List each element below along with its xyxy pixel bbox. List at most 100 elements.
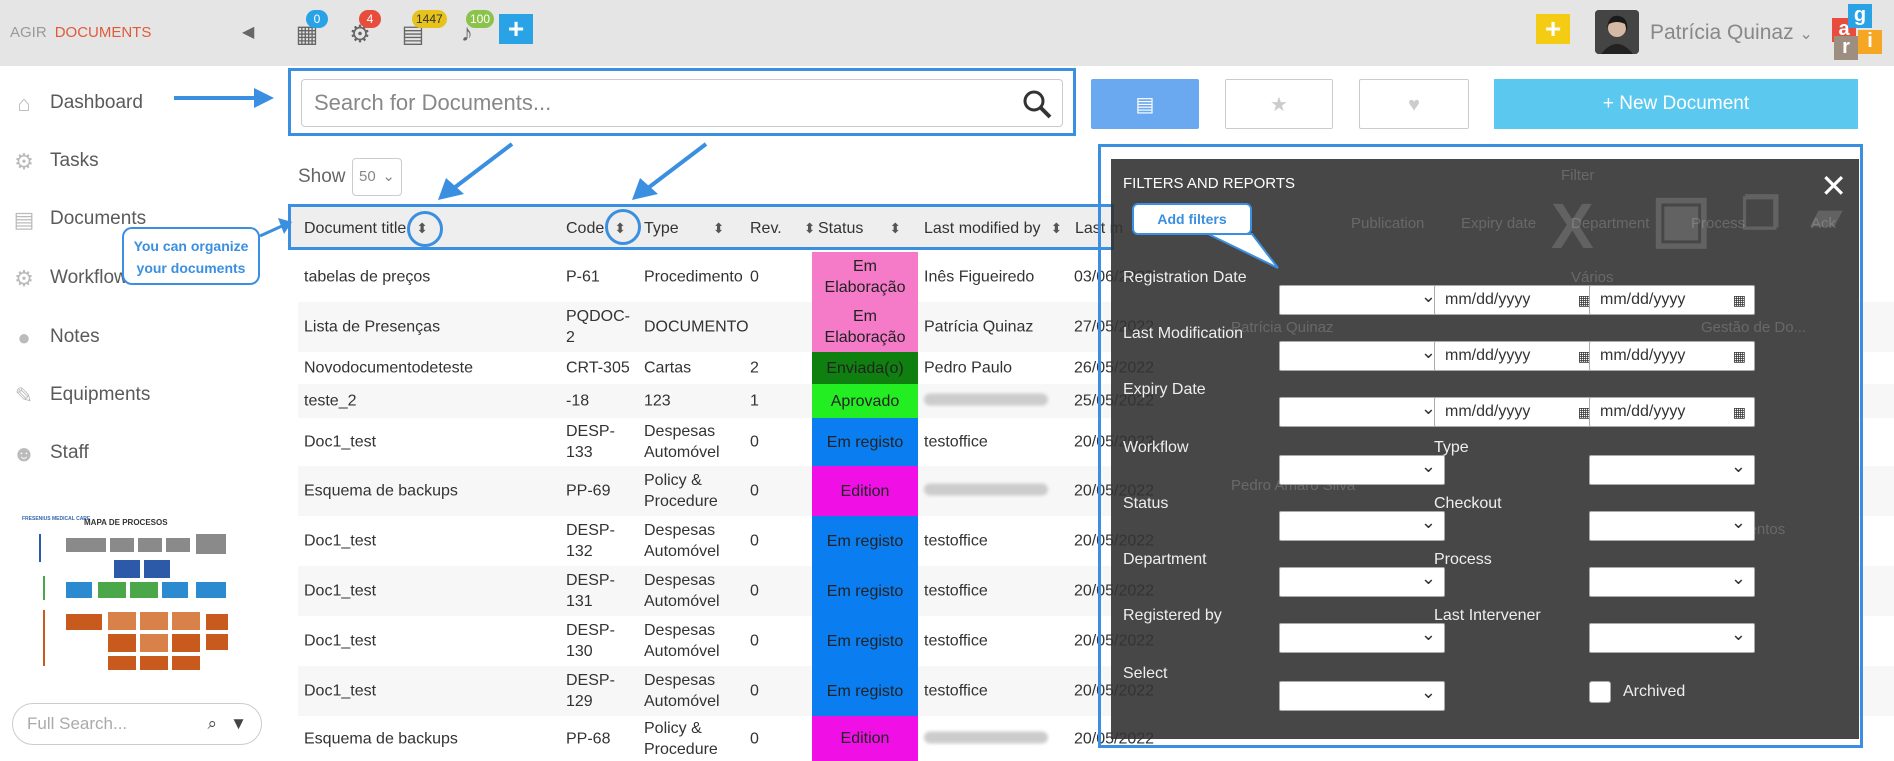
registered-by-select[interactable] xyxy=(1279,623,1445,653)
last-modification-from[interactable]: mm/dd/yyyy ▦ xyxy=(1434,341,1600,371)
column-header-status[interactable]: Status ⬍ xyxy=(818,220,901,238)
last-modification-to[interactable]: mm/dd/yyyy ▦ xyxy=(1589,341,1755,371)
search-icon[interactable] xyxy=(1022,89,1052,119)
quick-add-button[interactable]: + xyxy=(499,14,533,44)
cell-code: CRT-305 xyxy=(566,359,630,377)
date-placeholder: mm/dd/yyyy xyxy=(1600,347,1686,364)
cell-type: Despesas Automóvel xyxy=(644,672,720,710)
status-badge: Em registo xyxy=(812,418,918,466)
sort-icon[interactable]: ⬍ xyxy=(804,220,816,236)
cell-modified-by: Inês Figueiredo xyxy=(924,268,1035,286)
sort-highlight-circle xyxy=(605,209,641,245)
sidebar-item-equipments[interactable]: ✎ Equipments xyxy=(10,375,270,415)
cell-modified-by: testoffice xyxy=(924,582,988,600)
favorites-button[interactable]: ★ xyxy=(1225,79,1333,129)
add-button[interactable]: + xyxy=(1536,14,1570,44)
user-menu[interactable]: Patrícia Quinaz ⌄ xyxy=(1650,21,1813,45)
filters-title: FILTERS AND REPORTS xyxy=(1123,175,1295,192)
filter-label-last-modification: Last Modification xyxy=(1123,325,1244,342)
arrow-icon xyxy=(174,88,274,108)
cell-modified-by: testoffice xyxy=(924,532,988,550)
last-intervener-select[interactable] xyxy=(1589,623,1755,653)
cell-code: DESP-130 xyxy=(566,622,615,660)
redacted-name xyxy=(924,393,1048,406)
tasks-icon[interactable]: ▤ 1447 xyxy=(398,10,447,50)
filter-icon[interactable]: ▼ xyxy=(230,704,247,744)
close-icon[interactable]: ✕ xyxy=(1820,167,1847,205)
workflow-select[interactable] xyxy=(1279,455,1445,485)
cell-type: 123 xyxy=(644,392,671,410)
expiry-date-from[interactable]: mm/dd/yyyy ▦ xyxy=(1434,397,1600,427)
last-modification-select[interactable] xyxy=(1279,341,1445,371)
new-document-button[interactable]: + New Document xyxy=(1494,79,1858,129)
column-header-modified-by[interactable]: Last modified by ⬍ xyxy=(924,220,1062,238)
column-label: Rev. xyxy=(750,220,782,237)
cell-title: Novodocumentodeteste xyxy=(304,359,473,377)
avatar[interactable] xyxy=(1595,10,1639,54)
cell-code: DESP-133 xyxy=(566,423,615,461)
bell-icon[interactable]: ♪ 100 xyxy=(452,10,495,50)
cell-type: Despesas Automóvel xyxy=(644,622,720,660)
search-icon[interactable]: ⌕ xyxy=(207,704,217,744)
registration-date-to[interactable]: mm/dd/yyyy ▦ xyxy=(1589,285,1755,315)
cell-title: Doc1_test xyxy=(304,532,377,550)
calendar-icon[interactable]: ▦ xyxy=(1733,342,1746,370)
cell-modified-by: testoffice xyxy=(924,682,988,700)
registration-date-select[interactable] xyxy=(1279,285,1445,315)
sort-icon[interactable]: ⬍ xyxy=(889,220,901,236)
calendar-icon[interactable]: ▦ xyxy=(1733,286,1746,314)
organize-callout: You can organize your documents xyxy=(122,227,260,285)
sidebar-item-staff[interactable]: ☻ Staff xyxy=(10,433,270,473)
archived-checkbox[interactable] xyxy=(1589,681,1611,703)
home-icon: ⌂ xyxy=(17,91,31,116)
user-icon: ☻ xyxy=(12,441,36,466)
likes-button[interactable]: ♥ xyxy=(1359,79,1469,129)
cell-code: PP-69 xyxy=(566,482,611,500)
cell-code: PQDOC-2 xyxy=(566,308,630,346)
column-header-rev[interactable]: Rev. ⬍ xyxy=(750,220,815,238)
date-placeholder: mm/dd/yyyy xyxy=(1445,347,1531,364)
logo-letter: r xyxy=(1834,36,1858,60)
documents-view-button[interactable]: ▤ xyxy=(1091,79,1199,129)
process-select[interactable] xyxy=(1589,567,1755,597)
expiry-date-to[interactable]: mm/dd/yyyy ▦ xyxy=(1589,397,1755,427)
sort-icon[interactable]: ⬍ xyxy=(1051,220,1063,236)
full-search-input[interactable]: Full Search... ⌕ ▼ xyxy=(12,703,262,745)
filter-label-type: Type xyxy=(1434,439,1469,456)
page-size-select[interactable]: 50 ⌄ xyxy=(352,158,402,196)
checkout-select[interactable] xyxy=(1589,511,1755,541)
cell-title: Doc1_test xyxy=(304,582,377,600)
status-select[interactable] xyxy=(1279,511,1445,541)
status-badge: Em registo xyxy=(812,566,918,616)
registration-date-from[interactable]: mm/dd/yyyy ▦ xyxy=(1434,285,1600,315)
brand[interactable]: AGIR DOCUMENTS xyxy=(10,24,151,41)
type-select[interactable] xyxy=(1589,455,1755,485)
process-map-image[interactable]: FRESENIUS MEDICAL CARE MAPA DE PROCESOS xyxy=(14,516,232,676)
column-label: Document title xyxy=(304,220,407,237)
sidebar-item-label: Staff xyxy=(50,442,89,463)
select-dropdown[interactable] xyxy=(1279,681,1445,711)
excel-icon: X xyxy=(1551,190,1594,262)
sidebar-item-notes[interactable]: ● Notes xyxy=(10,317,270,357)
filter-label-last-intervener: Last Intervener xyxy=(1434,607,1541,624)
cell-title: Esquema de backups xyxy=(304,730,458,747)
sort-icon[interactable]: ⬍ xyxy=(713,220,725,236)
full-search-placeholder: Full Search... xyxy=(27,714,128,733)
gear-icon[interactable]: ⚙ 4 xyxy=(345,10,381,50)
department-select[interactable] xyxy=(1279,567,1445,597)
search-highlight: Search for Documents... xyxy=(288,68,1076,136)
cell-rev: 0 xyxy=(750,632,759,650)
sidebar-item-tasks[interactable]: ⚙ Tasks xyxy=(10,141,270,181)
column-header-type[interactable]: Type ⬍ xyxy=(644,220,724,238)
logo-letter: g xyxy=(1848,4,1872,28)
printer-icon: ▣ xyxy=(1651,182,1712,254)
filter-label-select: Select xyxy=(1123,665,1168,682)
collapse-sidebar-icon[interactable]: ◀ xyxy=(242,22,254,42)
calendar-icon[interactable]: ▦ xyxy=(1733,398,1746,426)
expiry-date-select[interactable] xyxy=(1279,397,1445,427)
calendar-icon[interactable]: ▦ 0 xyxy=(292,10,328,50)
cell-title: Doc1_test xyxy=(304,632,377,650)
search-input[interactable]: Search for Documents... xyxy=(301,79,1063,127)
cell-type: Despesas Automóvel xyxy=(644,572,720,610)
cell-code: DESP-132 xyxy=(566,522,615,560)
